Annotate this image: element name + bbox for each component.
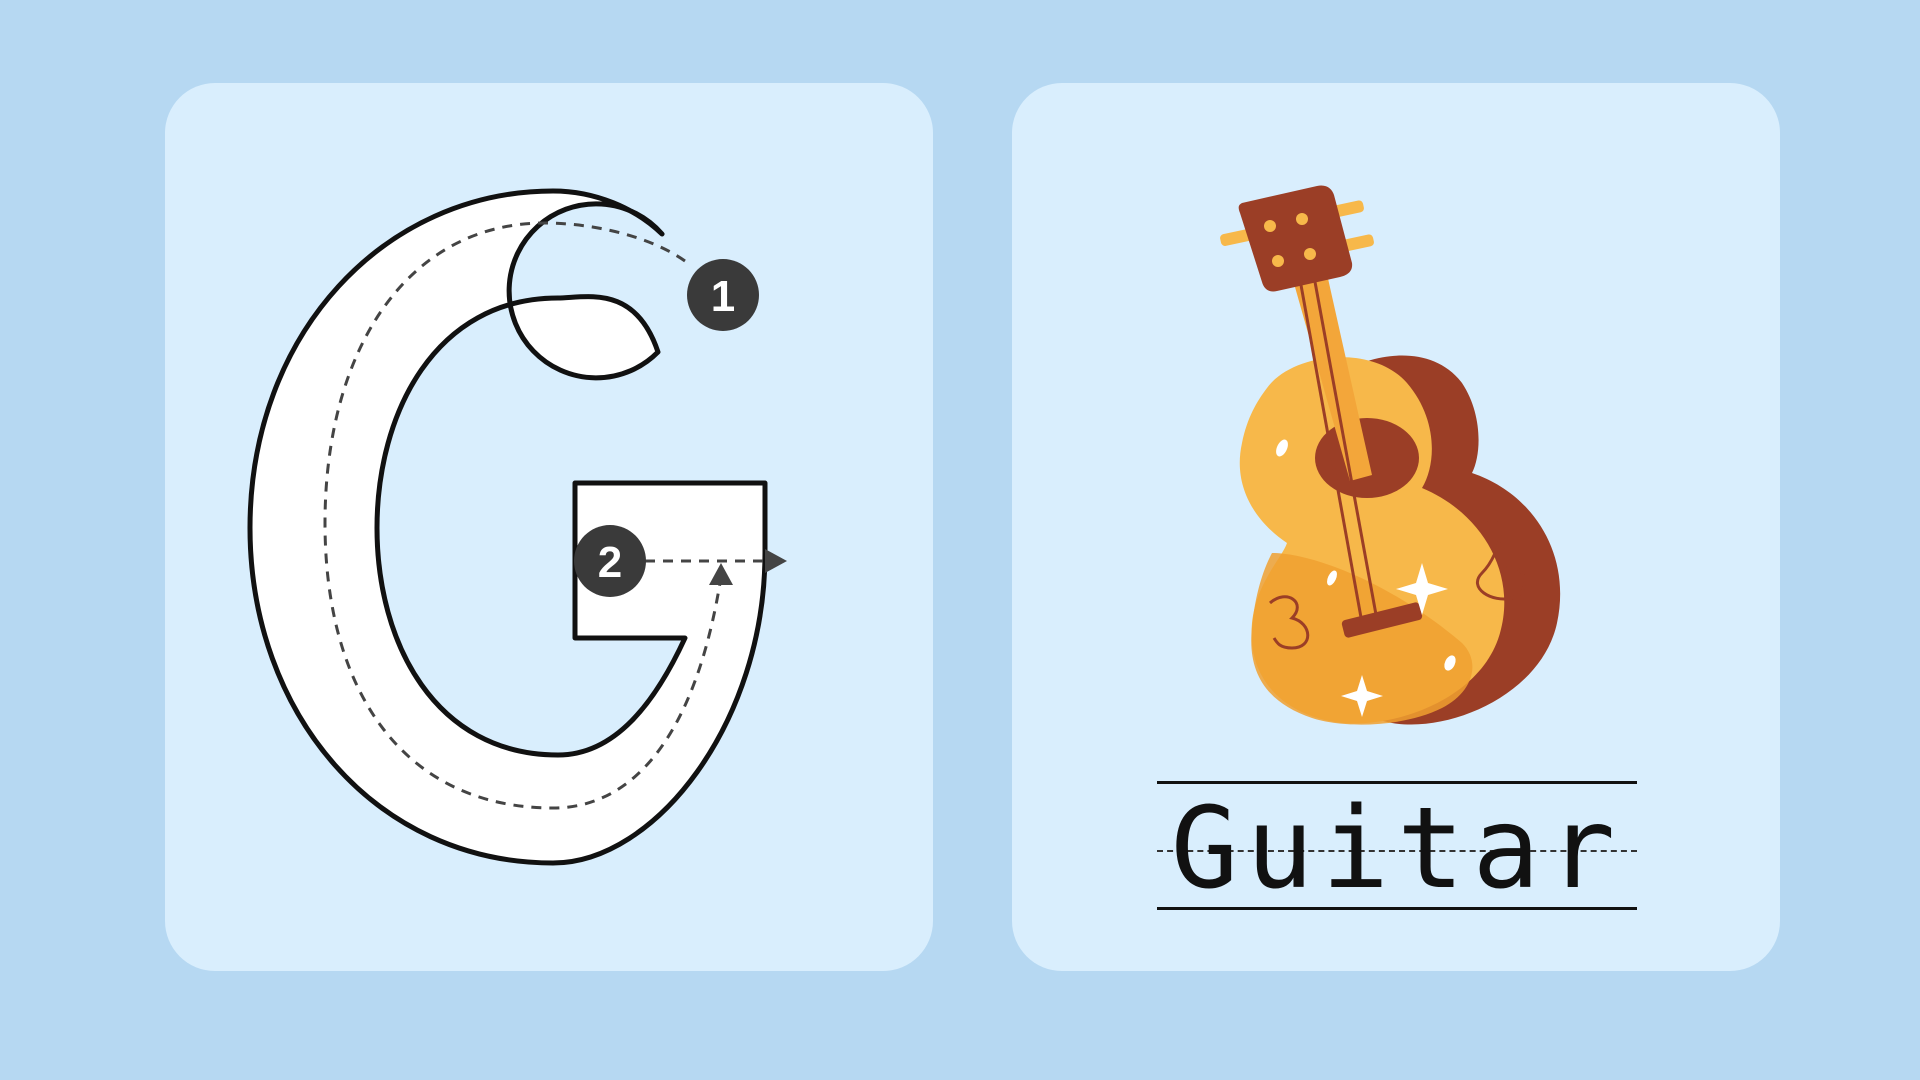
step-badge-1: 1 [687,259,759,331]
word-picture-card: Guitar [1012,83,1780,971]
guitar-illustration [1220,185,1561,725]
step-number-2: 2 [598,538,622,587]
handwriting-word-area: Guitar [1157,781,1637,911]
trace-arrow-right-icon [765,549,787,573]
word-label: Guitar [1170,784,1624,914]
letter-g-tracing: 1 2 [247,188,787,866]
letter-tracing-card: 1 2 [165,83,933,971]
step-badge-2: 2 [574,525,646,597]
step-number-1: 1 [711,272,735,321]
guitar-headstock [1238,185,1353,292]
